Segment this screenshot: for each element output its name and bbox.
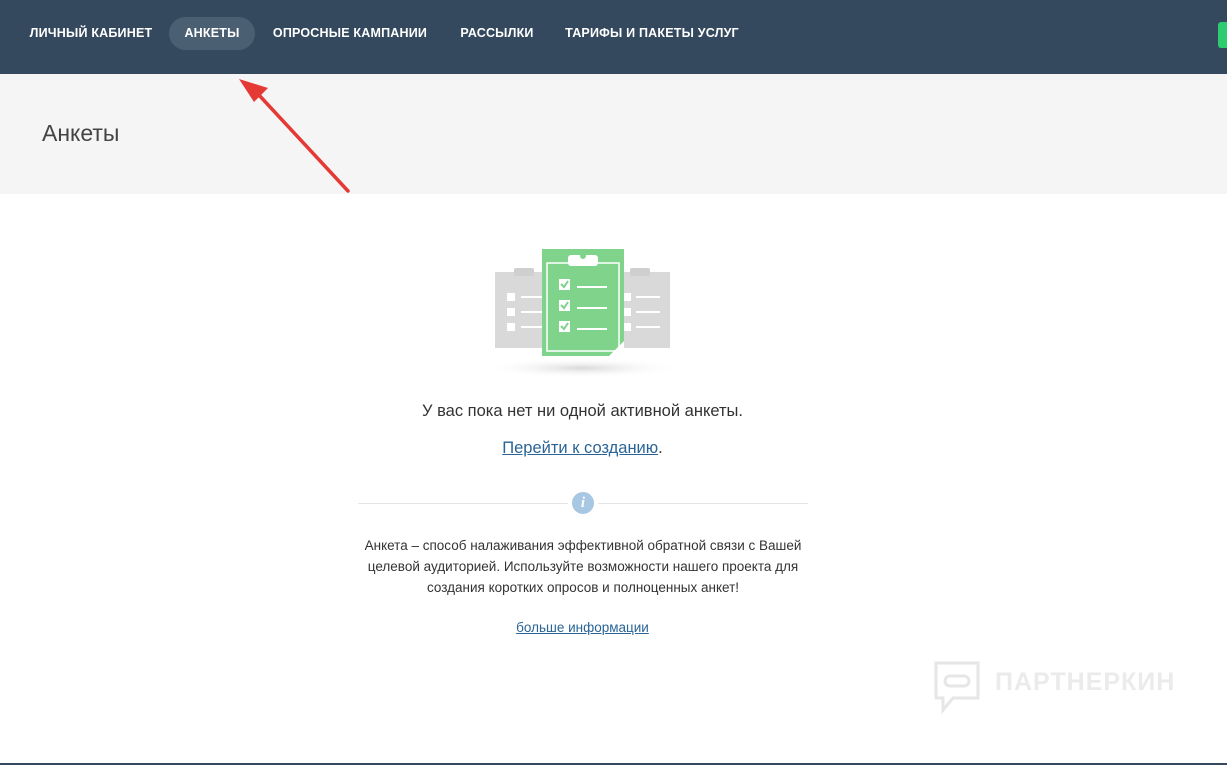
info-icon: i bbox=[568, 488, 598, 518]
main-clipboard-icon bbox=[542, 249, 624, 356]
nav-item-mailings[interactable]: РАССЫЛКИ bbox=[452, 17, 542, 50]
page-title: Анкеты bbox=[42, 120, 120, 146]
nav-item-personal-account[interactable]: ЛИЧНЫЙ КАБИНЕТ bbox=[18, 17, 164, 50]
watermark-chat-icon bbox=[934, 661, 980, 715]
top-navigation-bar: ЛИЧНЫЙ КАБИНЕТ АНКЕТЫ ОПРОСНЫЕ КАМПАНИИ … bbox=[0, 0, 1227, 74]
nav-item-survey-campaigns[interactable]: ОПРОСНЫЕ КАМПАНИИ bbox=[263, 17, 437, 50]
create-link-suffix: . bbox=[658, 439, 663, 457]
watermark-logo: ПАРТНЕРКИН bbox=[933, 660, 1183, 716]
create-line: Перейти к созданию. bbox=[0, 439, 1165, 458]
clipboards-illustration bbox=[482, 249, 682, 378]
empty-state-message: У вас пока нет ни одной активной анкеты. bbox=[422, 402, 743, 420]
more-info-link[interactable]: больше информации bbox=[0, 620, 1165, 635]
watermark-text: ПАРТНЕРКИН bbox=[995, 668, 1176, 696]
nav-item-questionnaires[interactable]: АНКЕТЫ bbox=[169, 17, 255, 50]
nav-item-tariffs[interactable]: ТАРИФЫ И ПАКЕТЫ УСЛУГ bbox=[558, 17, 746, 50]
info-description: Анкета – способ налаживания эффективной … bbox=[364, 538, 802, 595]
account-button-edge[interactable] bbox=[1218, 22, 1227, 48]
create-questionnaire-link[interactable]: Перейти к созданию bbox=[502, 439, 658, 457]
page-header: Анкеты bbox=[0, 74, 1227, 194]
